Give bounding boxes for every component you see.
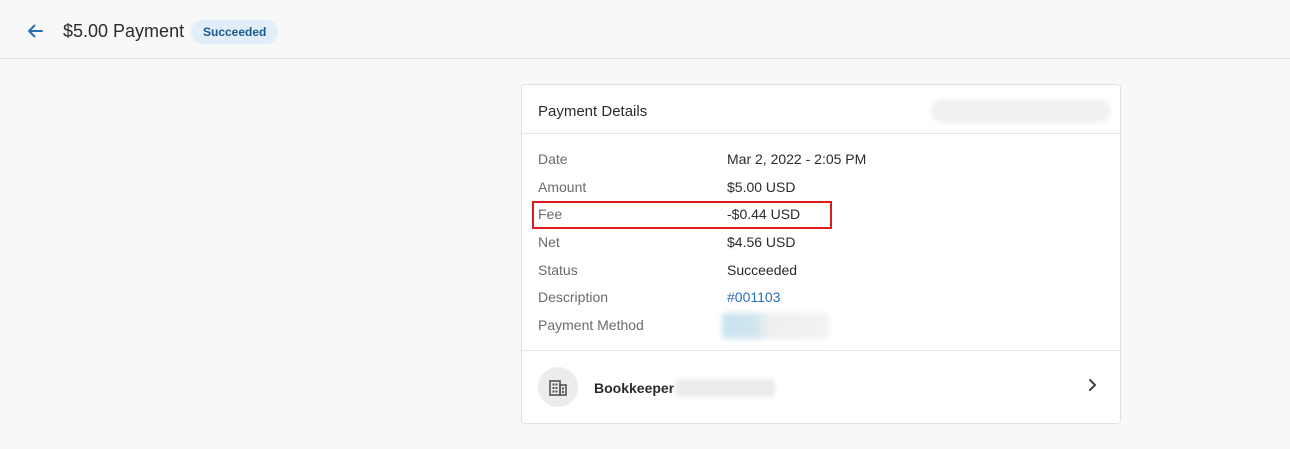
detail-label: Status	[538, 262, 578, 278]
back-button[interactable]	[22, 18, 48, 44]
top-bar: $5.00 Payment Succeeded	[0, 0, 1290, 59]
detail-row-status: Status Succeeded	[522, 258, 1120, 282]
detail-row-amount: Amount $5.00 USD	[522, 175, 1120, 199]
page-title: $5.00 Payment	[63, 21, 185, 41]
detail-value: $4.56 USD	[727, 234, 796, 250]
org-name: Bookkeeper	[594, 380, 675, 396]
building-icon	[549, 380, 567, 396]
redacted-payment-method	[722, 313, 829, 339]
description-link[interactable]: #001103	[727, 288, 780, 306]
detail-value: -$0.44 USD	[727, 206, 801, 222]
card-title: Payment Details	[538, 103, 648, 120]
detail-row-fee: Fee -$0.44 USD	[522, 201, 1120, 229]
detail-label: Payment Method	[538, 317, 644, 333]
detail-row-description: Description #001103	[522, 285, 1120, 309]
card-header: Payment Details	[522, 85, 1120, 134]
detail-label: Description	[538, 289, 609, 305]
detail-label: Date	[538, 151, 568, 167]
detail-label: Fee	[538, 206, 563, 222]
status-badge: Succeeded	[191, 20, 279, 44]
arrow-left-icon	[28, 24, 43, 38]
detail-row-date: Date Mar 2, 2022 - 2:05 PM	[522, 147, 1120, 171]
detail-row-payment-method: Payment Method	[522, 313, 1120, 339]
detail-value: Mar 2, 2022 - 2:05 PM	[727, 151, 867, 167]
redacted-block	[931, 99, 1111, 123]
bookkeeper-row[interactable]: Bookkeeper	[522, 350, 1120, 424]
detail-label: Amount	[538, 179, 587, 195]
detail-label: Net	[538, 234, 560, 250]
chevron-right-icon[interactable]	[1084, 377, 1100, 393]
org-avatar	[538, 367, 578, 407]
detail-value: Succeeded	[727, 262, 798, 278]
payment-details-card: Payment Details Date Mar 2, 2022 - 2:05 …	[521, 84, 1121, 424]
redacted-org-name	[675, 379, 775, 397]
detail-value: $5.00 USD	[727, 179, 796, 195]
detail-row-net: Net $4.56 USD	[522, 230, 1120, 254]
